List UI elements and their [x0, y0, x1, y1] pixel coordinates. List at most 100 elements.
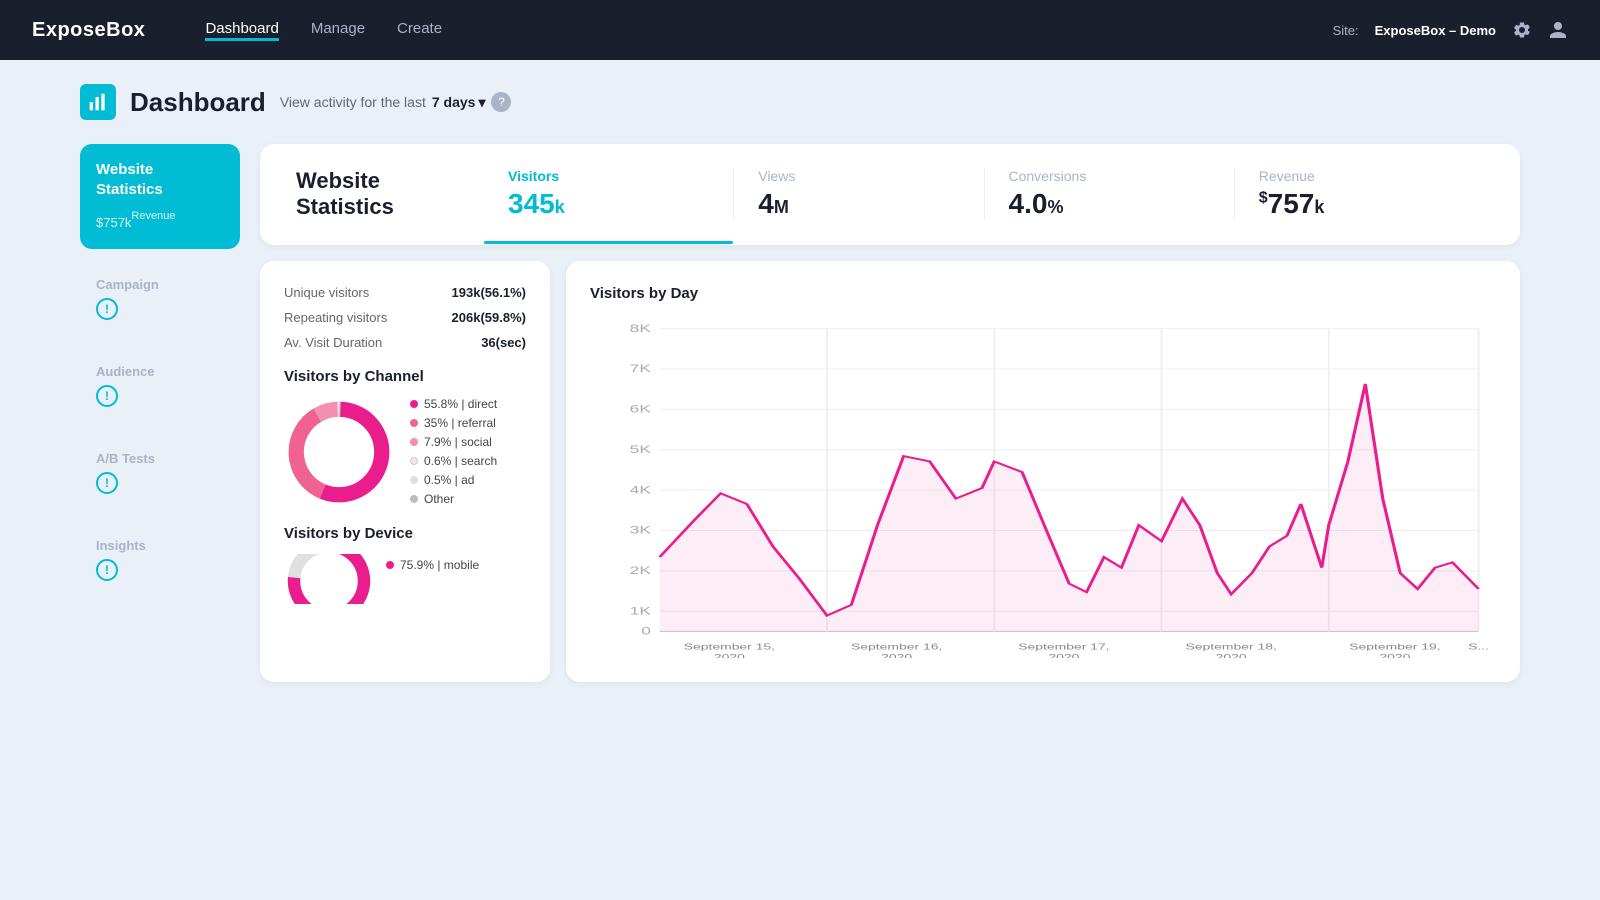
av-visit-label: Av. Visit Duration	[284, 335, 382, 350]
svg-text:3K: 3K	[630, 525, 652, 537]
site-name: ExposeBox – Demo	[1375, 23, 1496, 38]
stat-revenue[interactable]: Revenue $757k	[1235, 168, 1484, 220]
page-title: Dashboard	[130, 87, 266, 118]
settings-button[interactable]	[1512, 20, 1532, 40]
sidebar-item-ab-tests[interactable]: A/B Tests !	[80, 435, 240, 510]
sidebar-item-audience[interactable]: Audience !	[80, 348, 240, 423]
sidebar: Website Statistics $757kRevenue Campaign…	[80, 144, 240, 682]
stat-visitors[interactable]: Visitors 345k	[484, 168, 734, 220]
channel-chart: 55.8% | direct 35% | referral 7.9% | soc…	[284, 397, 526, 507]
stat-visitors-value: 345k	[508, 188, 565, 220]
legend-dot-mobile	[386, 561, 394, 569]
svg-text:September 17,: September 17,	[1018, 643, 1109, 652]
stat-conversions[interactable]: Conversions 4.0%	[985, 168, 1235, 220]
svg-text:September 15,: September 15,	[684, 643, 775, 652]
sidebar-item-website-statistics[interactable]: Website Statistics $757kRevenue	[80, 144, 240, 249]
av-visit-value: 36(sec)	[481, 335, 526, 350]
legend-dot-search	[410, 457, 418, 465]
chart-area: 8K 7K 6K 5K 4K 3K 2K 1K 0	[590, 318, 1496, 658]
chevron-down-icon: ▾	[478, 94, 485, 111]
legend-mobile: 75.9% | mobile	[386, 558, 479, 572]
unique-visitors-row: Unique visitors 193k(56.1%)	[284, 285, 526, 300]
nav-create[interactable]: Create	[397, 20, 442, 41]
sidebar-active-suffix: Revenue	[131, 210, 175, 222]
svg-text:7K: 7K	[630, 363, 652, 375]
legend-ad: 0.5% | ad	[410, 473, 497, 487]
audience-info-icon[interactable]: !	[96, 385, 118, 407]
sidebar-item-campaign[interactable]: Campaign !	[80, 261, 240, 336]
legend-dot-referral	[410, 419, 418, 427]
repeating-visitors-label: Repeating visitors	[284, 310, 387, 325]
svg-text:2020: 2020	[714, 653, 745, 658]
svg-text:4K: 4K	[630, 484, 652, 496]
svg-text:September 16,: September 16,	[851, 643, 942, 652]
repeating-visitors-row: Repeating visitors 206k(59.8%)	[284, 310, 526, 325]
device-chart-area: 75.9% | mobile	[284, 554, 526, 604]
device-section-title: Visitors by Device	[284, 525, 526, 542]
site-label: Site:	[1333, 23, 1359, 38]
svg-text:1K: 1K	[630, 605, 652, 617]
svg-text:September 19,: September 19,	[1349, 643, 1440, 652]
legend-social: 7.9% | social	[410, 435, 497, 449]
campaign-info-icon[interactable]: !	[96, 298, 118, 320]
visitors-by-day-chart: 8K 7K 6K 5K 4K 3K 2K 1K 0	[590, 318, 1496, 658]
abtests-info-icon[interactable]: !	[96, 472, 118, 494]
svg-text:8K: 8K	[630, 323, 652, 335]
sidebar-active-value: $757kRevenue	[96, 207, 224, 233]
repeating-visitors-value: 206k(59.8%)	[452, 310, 526, 325]
user-icon	[1548, 20, 1568, 40]
svg-text:6K: 6K	[630, 404, 652, 416]
bar-chart-icon	[88, 92, 108, 112]
legend-label-other: Other	[424, 492, 454, 506]
gear-icon	[1512, 20, 1532, 40]
device-donut-partial	[284, 554, 374, 604]
activity-filter: View activity for the last 7 days ▾ ?	[280, 92, 512, 112]
legend-label-direct: 55.8% | direct	[424, 397, 497, 411]
bottom-panels: Unique visitors 193k(56.1%) Repeating vi…	[260, 261, 1520, 682]
nav-manage[interactable]: Manage	[311, 20, 365, 41]
help-icon[interactable]: ?	[491, 92, 511, 112]
stat-revenue-label: Revenue	[1259, 168, 1315, 184]
insights-info-icon[interactable]: !	[96, 559, 118, 581]
content-area: Website Statistics Visitors 345k Views 4…	[260, 144, 1520, 682]
legend-label-referral: 35% | referral	[424, 416, 496, 430]
channel-section-title: Visitors by Channel	[284, 368, 526, 385]
legend-other: Other	[410, 492, 497, 506]
nav-links: Dashboard Manage Create	[205, 20, 1292, 41]
channel-donut-svg	[284, 397, 394, 507]
svg-text:2020: 2020	[1048, 653, 1079, 658]
activity-days-selector[interactable]: 7 days ▾	[432, 94, 486, 111]
sidebar-abtests-label: A/B Tests	[96, 451, 224, 466]
legend-dot-social	[410, 438, 418, 446]
svg-text:5K: 5K	[630, 444, 652, 456]
stat-views-label: Views	[758, 168, 795, 184]
svg-text:0: 0	[641, 626, 651, 638]
left-panel: Unique visitors 193k(56.1%) Repeating vi…	[260, 261, 550, 682]
stat-views[interactable]: Views 4M	[734, 168, 984, 220]
svg-text:2020: 2020	[1379, 653, 1410, 658]
stats-bar: Website Statistics Visitors 345k Views 4…	[260, 144, 1520, 245]
channel-legend: 55.8% | direct 35% | referral 7.9% | soc…	[410, 397, 497, 506]
sidebar-item-insights[interactable]: Insights !	[80, 522, 240, 597]
stat-views-value: 4M	[758, 188, 789, 220]
svg-text:2020: 2020	[1216, 653, 1247, 658]
av-visit-row: Av. Visit Duration 36(sec)	[284, 335, 526, 350]
legend-label-ad: 0.5% | ad	[424, 473, 474, 487]
sidebar-insights-label: Insights	[96, 538, 224, 553]
stats-bar-title: Website Statistics	[296, 168, 436, 221]
profile-button[interactable]	[1548, 20, 1568, 40]
stat-visitors-label: Visitors	[508, 168, 559, 184]
device-section: Visitors by Device	[284, 525, 526, 604]
legend-label-search: 0.6% | search	[424, 454, 497, 468]
svg-text:September 18,: September 18,	[1186, 643, 1277, 652]
dashboard-icon	[80, 84, 116, 120]
legend-search: 0.6% | search	[410, 454, 497, 468]
chart-title: Visitors by Day	[590, 285, 1496, 302]
nav-dashboard[interactable]: Dashboard	[205, 20, 278, 41]
legend-label-social: 7.9% | social	[424, 435, 492, 449]
stat-revenue-value: $757k	[1259, 188, 1325, 220]
device-legend: 75.9% | mobile	[386, 558, 479, 572]
navbar: ExposeBox Dashboard Manage Create Site: …	[0, 0, 1600, 60]
legend-dot-ad	[410, 476, 418, 484]
sidebar-audience-label: Audience	[96, 364, 224, 379]
